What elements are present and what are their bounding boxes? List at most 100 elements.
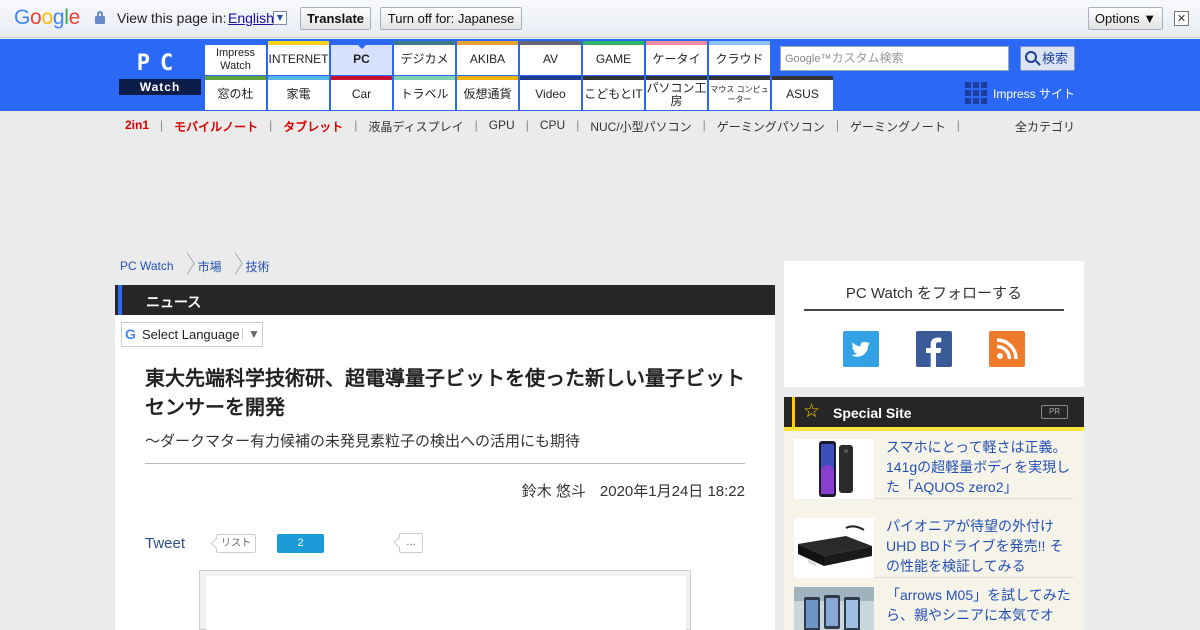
phone-thumbnail (794, 439, 874, 499)
nav-item-top-0[interactable]: Impress Watch (205, 41, 266, 75)
search-input[interactable]: Google™カスタム検索 (780, 46, 1009, 71)
nav-item-bottom-4[interactable]: 仮想通貨 (457, 76, 518, 110)
logo-watch-text: Watch (119, 79, 201, 95)
nav-item-label: Video (535, 87, 566, 101)
category-link[interactable]: ゲーミングパソコン (717, 118, 825, 134)
section-title: ニュース (146, 294, 202, 310)
special-site-box: ☆ Special Site PR スマホにとって軽さは正義。141gの超軽量ボ… (784, 397, 1084, 630)
divider (145, 463, 745, 464)
nav-item-bottom-5[interactable]: Video (520, 76, 581, 110)
article-image (199, 570, 691, 630)
facebook-icon[interactable] (916, 331, 952, 367)
nav-item-label: パソコン工房 (646, 80, 707, 108)
follow-box: PC Watch をフォローする (784, 261, 1084, 387)
nav-item-bottom-1[interactable]: 家電 (268, 76, 329, 110)
category-link[interactable]: 液晶ディスプレイ (368, 118, 463, 134)
select-language-label: Select Language (142, 327, 240, 342)
nav-item-label: Car (351, 87, 372, 101)
nav-item-label: AKIBA (469, 52, 506, 66)
breadcrumb-item[interactable]: 技術 (246, 258, 270, 275)
nav-item-label: トラベル (400, 87, 449, 101)
article-title: 東大先端科学技術研、超電導量子ビットを使った新しい量子ビットセンサーを開発 (145, 368, 745, 419)
nav-item-top-8[interactable]: クラウド (709, 41, 770, 75)
nav-item-label: GAME (595, 52, 632, 66)
nav-item-top-2[interactable]: PC (331, 41, 392, 75)
language-select[interactable]: English (228, 10, 274, 26)
nav-item-top-5[interactable]: AV (520, 41, 581, 75)
search-button-label: 検索 (1042, 51, 1069, 66)
nav-item-label: Impress Watch (215, 46, 256, 72)
category-link[interactable]: 2in1 (125, 118, 149, 134)
tweet-button[interactable]: Tweet (145, 535, 185, 552)
search-button[interactable]: 検索 (1020, 46, 1075, 71)
special-item-text[interactable]: パイオニアが待望の外付けUHD BDドライブを発売!! その性能を検証してみる (886, 516, 1076, 576)
select-language-dropdown[interactable]: G Select Language ▼ (121, 322, 263, 347)
logo-pc-text: PC (136, 51, 184, 76)
translate-bar: Google View this page in: English ▼ Tran… (0, 0, 1200, 38)
all-categories-link[interactable]: 全カテゴリ (1015, 118, 1075, 135)
category-link[interactable]: モバイルノート (174, 118, 258, 134)
grid-icon[interactable] (965, 82, 987, 104)
breadcrumb: PC Watch 市場 技術 (120, 255, 270, 277)
nav-item-bottom-6[interactable]: こどもとIT (583, 76, 644, 110)
nav-item-bottom-9[interactable]: ASUS (772, 76, 833, 110)
search-google-label: Google™ (785, 53, 832, 65)
category-link[interactable]: GPU (489, 118, 515, 134)
list-button[interactable]: リスト (216, 534, 256, 553)
drive-thumbnail (794, 518, 874, 578)
arrows-thumbnail (794, 587, 874, 630)
site-header: PC Watch Impress Watch INTERNET PC デジカメ AKIB… (0, 39, 1200, 111)
breadcrumb-item[interactable]: PC Watch (120, 259, 174, 273)
translate-button[interactable]: Translate (300, 7, 371, 30)
separator: | (576, 118, 580, 132)
dropdown-arrow-icon[interactable]: ▼ (273, 11, 287, 25)
byline: 鈴木 悠斗 2020年1月24日 18:22 (522, 480, 745, 501)
category-link[interactable]: タブレット (283, 118, 343, 134)
impress-site-link[interactable]: Impress サイト (993, 85, 1075, 102)
special-item[interactable]: 「arrows M05」を試してみたら、親やシニアに本気でオ (794, 581, 1074, 630)
google-logo: Google (14, 6, 80, 29)
publish-date: 2020年1月24日 18:22 (599, 483, 745, 500)
special-item-text[interactable]: スマホにとって軽さは正義。141gの超軽量ボディを実現した「AQUOS zero… (886, 437, 1076, 497)
rss-icon[interactable] (989, 331, 1025, 367)
more-share-button[interactable]: ... (399, 533, 423, 553)
turn-off-button[interactable]: Turn off for: Japanese (380, 7, 522, 30)
nav-item-label: デジカメ (400, 52, 449, 66)
separator: | (269, 118, 273, 132)
star-icon: ☆ (803, 400, 821, 422)
lock-icon (95, 11, 105, 24)
google-g-icon: G (125, 326, 136, 342)
search-placeholder: カスタム検索 (831, 51, 904, 65)
nav-item-bottom-8[interactable]: マウス コンピューター (709, 76, 770, 110)
nav-item-label: ケータイ (652, 52, 701, 66)
nav-item-label: クラウド (715, 52, 764, 66)
pc-watch-logo[interactable]: PC Watch (119, 51, 201, 95)
nav-item-top-6[interactable]: GAME (583, 41, 644, 75)
separator: | (525, 118, 529, 132)
nav-item-label: 仮想通貨 (463, 87, 512, 101)
special-item-text[interactable]: 「arrows M05」を試してみたら、親やシニアに本気でオ (886, 585, 1076, 625)
nav-item-top-7[interactable]: ケータイ (646, 41, 707, 75)
close-icon[interactable]: ✕ (1174, 11, 1189, 26)
nav-item-bottom-0[interactable]: 窓の杜 (205, 76, 266, 110)
options-button[interactable]: Options ▼ (1088, 7, 1163, 30)
category-link[interactable]: NUC/小型パソコン (590, 118, 691, 134)
nav-item-label: こどもとIT (584, 87, 643, 101)
nav-item-bottom-7[interactable]: パソコン工房 (646, 76, 707, 110)
nav-item-top-3[interactable]: デジカメ (394, 41, 455, 75)
category-link[interactable]: CPU (540, 118, 565, 134)
special-item[interactable]: パイオニアが待望の外付けUHD BDドライブを発売!! その性能を検証してみる (794, 512, 1074, 578)
separator: | (474, 118, 478, 132)
nav-item-top-1[interactable]: INTERNET (268, 41, 329, 75)
nav-item-top-4[interactable]: AKIBA (457, 41, 518, 75)
share-count-button[interactable]: 2 (277, 534, 324, 553)
nav-item-bottom-3[interactable]: トラベル (394, 76, 455, 110)
special-item[interactable]: スマホにとって軽さは正義。141gの超軽量ボディを実現した「AQUOS zero… (794, 433, 1074, 499)
nav-item-label: ASUS (786, 87, 819, 101)
category-link[interactable]: ゲーミングノート (850, 118, 946, 134)
twitter-icon[interactable] (843, 331, 879, 367)
nav-item-bottom-2[interactable]: Car (331, 76, 392, 110)
pr-badge: PR (1041, 405, 1068, 419)
separator: | (354, 118, 358, 132)
breadcrumb-item[interactable]: 市場 (198, 258, 222, 275)
